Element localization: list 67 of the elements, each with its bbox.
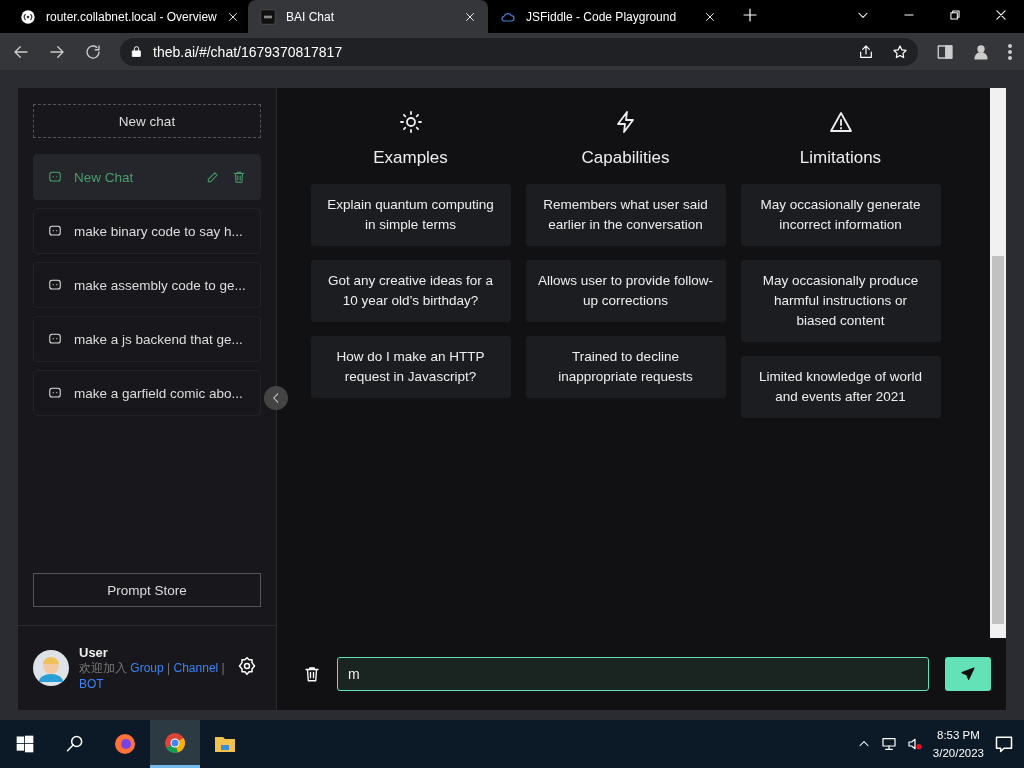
suggestion-card[interactable]: May occasionally produce harmful instructions or biased content <box>740 260 941 342</box>
windows-icon <box>15 734 35 754</box>
signal-icon <box>20 8 36 25</box>
suggestion-card[interactable]: Remembers what user said earlier in the conversation <box>525 184 726 246</box>
link[interactable]: BOT <box>79 676 104 691</box>
browser-tab[interactable]: BAI Chat <box>248 0 488 33</box>
url-text: theb.ai/#/chat/1679370817817 <box>153 43 343 60</box>
column-title: Examples <box>373 148 448 168</box>
welcome-text: 欢迎加入 Group | Channel | BOT <box>79 659 226 692</box>
profile-icon <box>972 42 990 61</box>
suggestion-card[interactable]: How do I make an HTTP request in Javascript? <box>310 336 511 398</box>
suggestion-card[interactable]: Trained to decline inappropriate requests <box>525 336 726 398</box>
trash-icon <box>232 170 246 184</box>
firefox-icon <box>113 732 137 756</box>
taskbar-button[interactable] <box>150 720 200 768</box>
user-name: User <box>79 644 109 660</box>
close-icon <box>464 10 476 23</box>
chrome-icon <box>163 730 187 755</box>
send-icon <box>960 666 976 682</box>
clock-time: 8:53 PM <box>937 728 980 743</box>
chat-item[interactable]: New Chat <box>33 154 261 200</box>
lock-icon <box>130 45 143 58</box>
settings-icon <box>237 656 257 676</box>
browser-tab[interactable]: JSFiddle - Code Playground <box>488 0 728 33</box>
suggestion-card[interactable]: Allows user to provide follow-up corrections <box>525 260 726 322</box>
new-chat-button[interactable]: New chat <box>33 104 261 138</box>
pencil-icon <box>206 170 220 184</box>
close-icon <box>226 10 239 23</box>
link[interactable]: Group <box>130 660 164 675</box>
chat-item[interactable]: make binary code to say h... <box>33 208 261 254</box>
search-icon <box>65 734 85 754</box>
close-icon <box>994 8 1008 22</box>
address-bar[interactable]: theb.ai/#/chat/1679370817817 <box>120 37 918 66</box>
plus-icon <box>742 7 758 23</box>
sidebar-icon <box>936 42 954 61</box>
chat-item[interactable]: make a js backend that ge... <box>33 316 261 362</box>
more-icon[interactable] <box>1008 43 1012 60</box>
message-input[interactable]: m <box>337 657 929 691</box>
link[interactable]: Channel <box>173 660 219 675</box>
suggestion-card[interactable]: Got any creative ideas for a 10 year old’s birthday? <box>310 260 511 322</box>
send-button[interactable] <box>945 657 991 691</box>
column-title: Limitations <box>799 148 882 168</box>
network-icon <box>880 736 897 752</box>
trash-icon <box>303 665 321 683</box>
suggestion-card[interactable]: May occasionally generate incorrect information <box>740 184 941 246</box>
sun-icon <box>398 110 423 134</box>
notification-icon <box>994 734 1014 754</box>
suggestion-card[interactable]: Explain quantum computing in simple terms <box>310 184 511 246</box>
star-icon <box>892 43 908 60</box>
logo-icon <box>260 8 276 25</box>
prompt-store-button[interactable]: Prompt Store <box>33 573 261 607</box>
browser-tab[interactable]: router.collabnet.local - Overview <box>8 0 248 33</box>
restore-icon <box>948 8 962 22</box>
chat-item[interactable]: make assembly code to ge... <box>33 262 261 308</box>
collapse-button[interactable] <box>264 386 288 410</box>
close-icon <box>704 10 716 23</box>
reload-icon <box>84 42 102 61</box>
column-title: Capabilities <box>581 148 670 168</box>
avatar <box>33 650 69 686</box>
chat-item[interactable]: make a garfield comic abo... <box>33 370 261 416</box>
suggestion-card[interactable]: Limited knowledge of world and events after 2021 <box>740 356 941 418</box>
share-icon <box>858 43 874 60</box>
warning-icon <box>828 110 853 134</box>
clear-button[interactable] <box>303 665 321 683</box>
speaker-muted-icon <box>906 736 923 752</box>
scrollbar[interactable] <box>990 88 1006 638</box>
clock-date: 3/20/2023 <box>932 746 984 761</box>
